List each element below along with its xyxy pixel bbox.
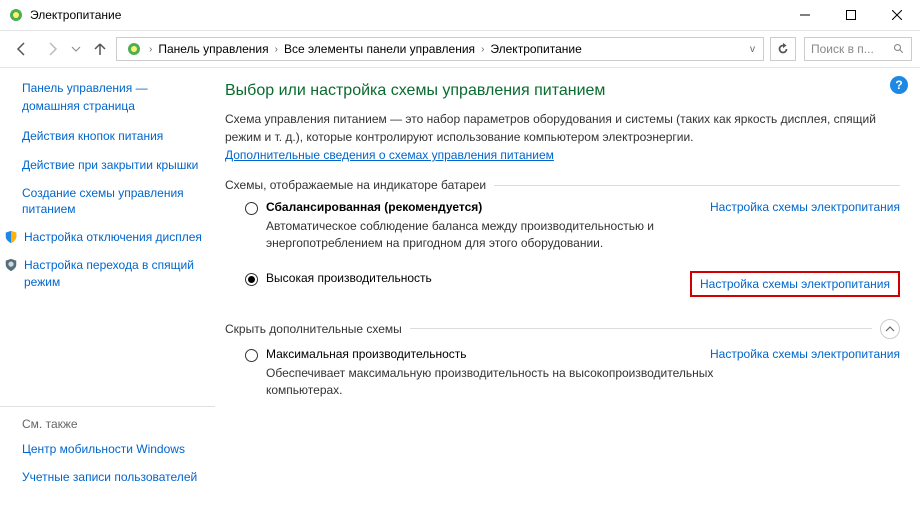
power-icon (125, 40, 143, 58)
section-label-battery: Схемы, отображаемые на индикаторе батаре… (225, 178, 486, 192)
sidebar-item-lid-close[interactable]: Действие при закрытии крышки (22, 157, 205, 173)
radio-high-performance[interactable] (245, 273, 258, 286)
divider (0, 406, 215, 407)
chevron-down-icon[interactable]: v (750, 44, 759, 55)
plan-high-performance: Высокая производительность Настройка схе… (225, 271, 900, 297)
back-button[interactable] (8, 35, 36, 63)
configure-plan-link[interactable]: Настройка схемы электропитания (710, 200, 900, 214)
chevron-right-icon: › (149, 44, 152, 55)
plan-name: Сбалансированная (рекомендуется) (266, 200, 710, 214)
configure-plan-link[interactable]: Настройка схемы электропитания (710, 347, 900, 361)
sidebar-item-mobility-center[interactable]: Центр мобильности Windows (22, 441, 205, 457)
sidebar-home-link[interactable]: домашняя страница (22, 98, 205, 114)
chevron-right-icon: › (275, 44, 278, 55)
minimize-button[interactable] (782, 0, 828, 30)
section-label-hidden: Скрыть дополнительные схемы (225, 322, 402, 336)
close-button[interactable] (874, 0, 920, 30)
collapse-button[interactable] (880, 319, 900, 339)
sidebar-item-sleep[interactable]: Настройка перехода в спящий режим (24, 257, 205, 289)
window-title: Электропитание (30, 8, 782, 22)
plan-name: Высокая производительность (266, 271, 690, 285)
divider (410, 328, 872, 329)
refresh-button[interactable] (770, 37, 796, 61)
radio-max-performance[interactable] (245, 349, 258, 362)
page-title: Выбор или настройка схемы управления пит… (225, 82, 900, 100)
shield-icon (4, 230, 18, 244)
breadcrumb-item[interactable]: Электропитание (486, 42, 585, 56)
sidebar-home-link[interactable]: Панель управления — (22, 80, 205, 96)
sidebar-item-create-plan[interactable]: Создание схемы управления питанием (22, 185, 205, 217)
breadcrumb-item[interactable]: Панель управления (154, 42, 272, 56)
power-icon (8, 7, 24, 23)
plan-name: Максимальная производительность (266, 347, 710, 361)
breadcrumb[interactable]: › Панель управления › Все элементы панел… (116, 37, 764, 61)
maximize-button[interactable] (828, 0, 874, 30)
sidebar-item-power-buttons[interactable]: Действия кнопок питания (22, 128, 205, 144)
sidebar: Панель управления — домашняя страница Де… (0, 68, 215, 505)
search-input[interactable]: Поиск в п... (804, 37, 912, 61)
sidebar-item-user-accounts[interactable]: Учетные записи пользователей (22, 469, 205, 485)
plan-desc: Автоматическое соблюдение баланса между … (266, 218, 746, 253)
shield-icon (4, 258, 18, 272)
main-panel: ? Выбор или настройка схемы управления п… (215, 68, 920, 505)
recent-dropdown[interactable] (68, 35, 84, 63)
more-info-link[interactable]: Дополнительные сведения о схемах управле… (225, 148, 554, 162)
see-also-label: См. также (22, 417, 205, 431)
configure-plan-link-highlighted[interactable]: Настройка схемы электропитания (690, 271, 900, 297)
sidebar-item-display-off[interactable]: Настройка отключения дисплея (24, 229, 202, 245)
divider (494, 185, 900, 186)
breadcrumb-item[interactable]: Все элементы панели управления (280, 42, 479, 56)
page-description: Схема управления питанием — это набор па… (225, 110, 900, 146)
search-placeholder: Поиск в п... (811, 42, 893, 56)
content: Панель управления — домашняя страница Де… (0, 68, 920, 505)
titlebar: Электропитание (0, 0, 920, 30)
help-button[interactable]: ? (890, 76, 908, 94)
up-button[interactable] (86, 35, 114, 63)
plan-max-performance: Максимальная производительность Настройк… (225, 347, 900, 400)
search-icon (893, 43, 905, 55)
radio-balanced[interactable] (245, 202, 258, 215)
chevron-right-icon: › (481, 44, 484, 55)
plan-desc: Обеспечивает максимальную производительн… (266, 365, 746, 400)
navbar: › Панель управления › Все элементы панел… (0, 30, 920, 68)
plan-balanced: Сбалансированная (рекомендуется) Настрой… (225, 200, 900, 253)
forward-button[interactable] (38, 35, 66, 63)
